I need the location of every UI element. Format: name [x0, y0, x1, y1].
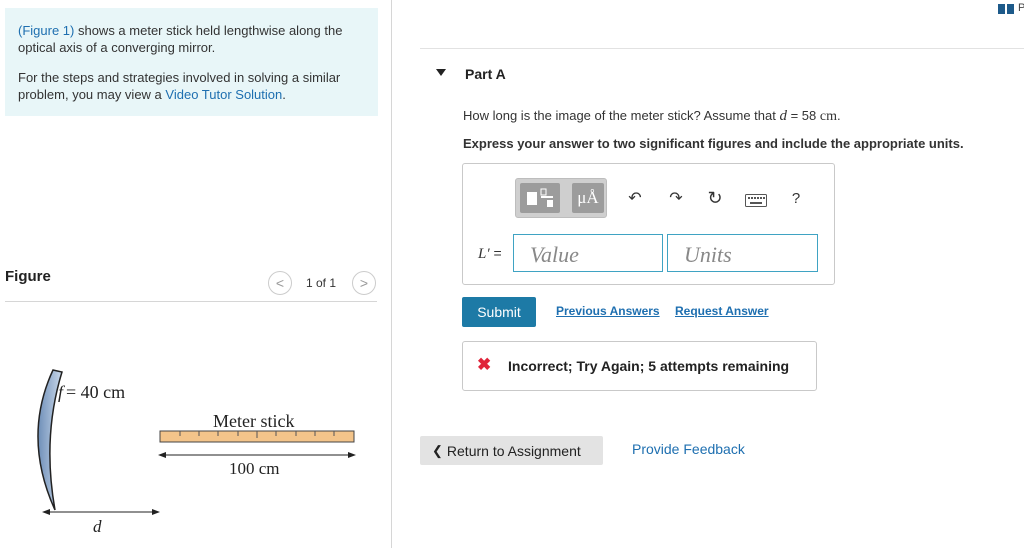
question-unit: cm	[819, 109, 837, 124]
answer-equals: =	[489, 245, 502, 261]
panel-toggle-icon[interactable]	[998, 4, 1014, 14]
units-icon: μÅ	[577, 188, 599, 207]
figure-heading: Figure	[5, 268, 51, 285]
provide-feedback-link[interactable]: Provide Feedback	[632, 441, 745, 457]
question-prefix: How long is the image of the meter stick…	[463, 108, 780, 123]
part-divider	[420, 48, 1024, 49]
question-text: How long is the image of the meter stick…	[463, 108, 841, 125]
info-text-2-end: .	[282, 87, 286, 102]
panel-divider	[391, 0, 392, 548]
submit-button[interactable]: Submit	[462, 297, 536, 327]
info-box: (Figure 1) shows a meter stick held leng…	[5, 8, 378, 116]
answer-variable: L′	[478, 246, 490, 262]
value-input[interactable]: Value	[513, 234, 663, 272]
previous-answers-link[interactable]: Previous Answers	[556, 304, 660, 318]
undo-icon[interactable]: ↶	[626, 188, 644, 208]
distance-label: d	[93, 517, 102, 536]
question-equals: = 58	[786, 108, 820, 123]
chevron-right-icon: >	[359, 275, 369, 291]
feedback-message: Incorrect; Try Again; 5 attempts remaini…	[508, 358, 790, 374]
units-button[interactable]: μÅ	[572, 183, 604, 213]
help-icon[interactable]: ?	[787, 188, 805, 208]
chevron-left-icon: <	[275, 275, 285, 291]
answer-variable-label: L′ =	[478, 245, 502, 263]
question-suffix: .	[836, 108, 841, 123]
reset-icon[interactable]: ↻	[706, 188, 724, 208]
chevron-left-icon: ❮	[432, 442, 443, 458]
video-tutor-link[interactable]: Video Tutor Solution	[165, 87, 282, 102]
figure-1-link[interactable]: (Figure 1)	[18, 23, 74, 38]
next-figure-button[interactable]: >	[352, 271, 376, 295]
keyboard-icon[interactable]	[745, 194, 767, 207]
collapse-caret-icon[interactable]	[436, 69, 446, 76]
redo-icon[interactable]: ↷	[667, 188, 685, 208]
figure-pager: 1 of 1	[306, 276, 337, 290]
answer-instruction: Express your answer to two significant f…	[463, 136, 964, 151]
corner-label: P	[1018, 2, 1024, 14]
info-paragraph-1: (Figure 1) shows a meter stick held leng…	[18, 22, 368, 56]
prev-figure-button[interactable]: <	[268, 271, 292, 295]
focal-length-label: f = 40 cm	[58, 382, 125, 402]
length-arrow	[158, 452, 356, 458]
distance-arrow	[42, 509, 160, 515]
part-title[interactable]: Part A	[465, 66, 506, 82]
request-answer-link[interactable]: Request Answer	[675, 304, 769, 318]
templates-button[interactable]	[520, 183, 560, 213]
question-variable: d	[779, 108, 787, 124]
return-label: Return to Assignment	[446, 442, 581, 459]
error-x-icon: ✖	[477, 355, 492, 374]
mirror-figure: f = 40 cm Meter stick 100 cm d	[37, 369, 356, 536]
units-input[interactable]: Units	[667, 234, 818, 272]
meter-stick-label: Meter stick	[213, 411, 294, 431]
fraction-template-icon	[527, 188, 553, 207]
info-paragraph-2: For the steps and strategies involved in…	[18, 69, 368, 103]
length-label: 100 cm	[229, 459, 280, 478]
return-to-assignment-button[interactable]: ❮ Return to Assignment	[420, 436, 603, 465]
